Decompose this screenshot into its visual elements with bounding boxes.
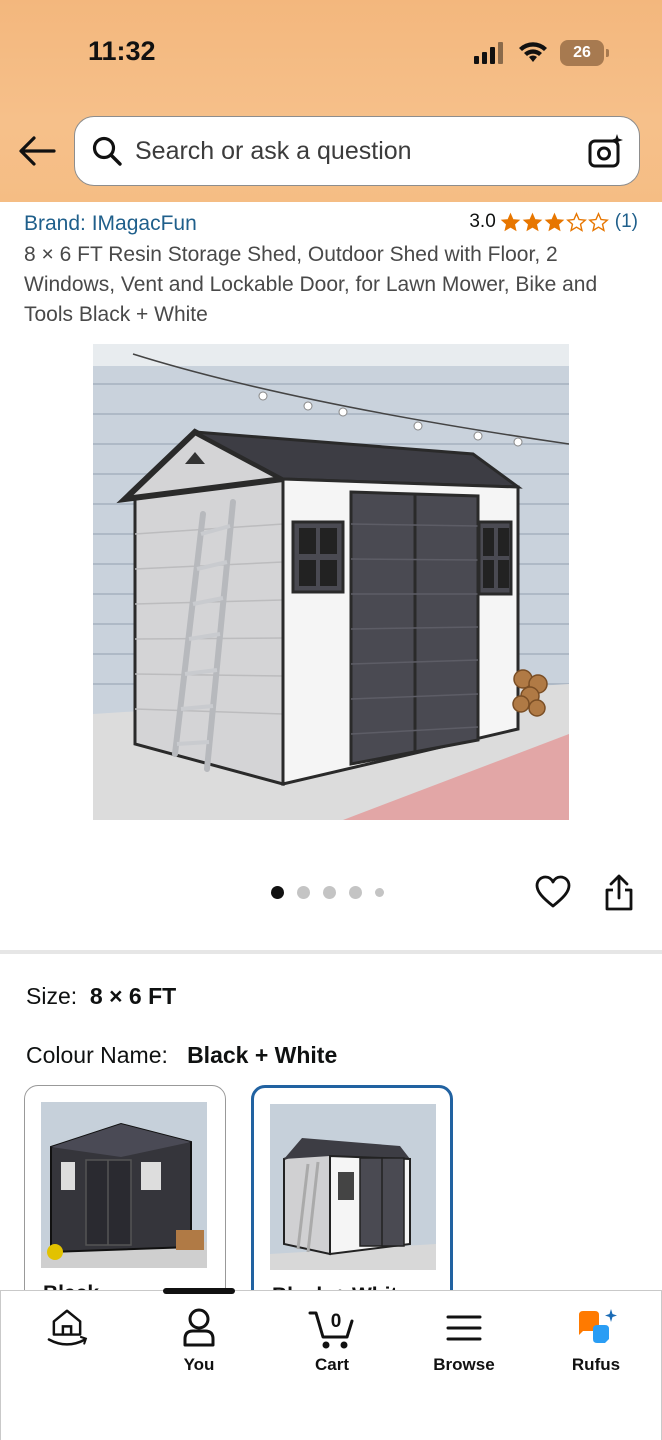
- search-input[interactable]: [135, 136, 587, 166]
- colour-label: Colour Name:: [26, 1042, 168, 1068]
- person-icon: [183, 1308, 215, 1347]
- rating[interactable]: 3.0 (1): [469, 211, 638, 233]
- menu-icon: [446, 1315, 482, 1341]
- colour-swatch-black-white[interactable]: Black + White: [251, 1085, 453, 1305]
- signal-icon: [474, 42, 503, 64]
- status-icons: 26: [474, 40, 609, 66]
- nav-label-browse: Browse: [433, 1355, 495, 1374]
- shed-photo: [93, 344, 569, 820]
- size-label: Size:: [26, 983, 78, 1009]
- home-icon: [47, 1309, 88, 1346]
- carousel-dot[interactable]: [271, 886, 284, 899]
- colour-value: Black + White: [187, 1042, 338, 1068]
- nav-home[interactable]: [12, 1305, 122, 1351]
- back-arrow-icon[interactable]: [18, 134, 56, 168]
- star-filled-icon: [500, 212, 521, 231]
- carousel-dot[interactable]: [323, 886, 336, 899]
- nav-label-cart: Cart: [314, 1355, 349, 1374]
- camera-lens-icon[interactable]: [587, 132, 625, 170]
- carousel-dot[interactable]: [375, 888, 384, 897]
- header: 11:32 26: [0, 0, 662, 202]
- search-icon: [92, 136, 122, 166]
- black-shed-thumbnail: [41, 1102, 207, 1268]
- nav-cart[interactable]: 0 Cart: [277, 1305, 387, 1375]
- star-filled-icon: [522, 212, 543, 231]
- size-value: 8 × 6 FT: [89, 983, 177, 1009]
- rufus-icon: [579, 1309, 617, 1343]
- star-empty-icon: [565, 211, 587, 232]
- rating-value: 3.0: [469, 211, 496, 232]
- brand-link[interactable]: Brand: IMagacFun: [24, 212, 197, 236]
- nav-rufus[interactable]: Rufus: [541, 1305, 651, 1375]
- colour-swatch-black[interactable]: Black: [24, 1085, 226, 1305]
- black-white-shed-thumbnail: [270, 1104, 436, 1270]
- heart-icon[interactable]: [535, 875, 571, 909]
- product-title: 8 × 6 FT Resin Storage Shed, Outdoor She…: [24, 243, 598, 326]
- cart-count: 0: [331, 1311, 342, 1332]
- size-selector: Size: 8 × 6 FT: [26, 983, 176, 1010]
- carousel-dot[interactable]: [297, 886, 310, 899]
- cart-icon: 0: [308, 1311, 354, 1349]
- nav-you[interactable]: You: [144, 1305, 254, 1375]
- section-divider: [0, 950, 662, 954]
- rating-count[interactable]: (1): [615, 211, 638, 233]
- battery-icon: 26: [560, 40, 609, 66]
- product-image[interactable]: [93, 344, 569, 820]
- colour-selector: Colour Name: Black + White: [26, 1042, 337, 1069]
- share-icon[interactable]: [603, 874, 635, 912]
- status-time: 11:32: [88, 36, 156, 66]
- nav-browse[interactable]: Browse: [409, 1305, 519, 1375]
- bottom-nav: You 0 Cart Browse Rufus: [0, 1288, 662, 1440]
- nav-label-rufus: Rufus: [571, 1355, 621, 1374]
- nav-active-indicator: [163, 1288, 235, 1294]
- search-bar[interactable]: [74, 116, 640, 186]
- carousel-dot[interactable]: [349, 886, 362, 899]
- image-carousel-dots[interactable]: [271, 886, 384, 899]
- battery-level: 26: [573, 44, 591, 61]
- star-filled-icon: [544, 212, 565, 231]
- wifi-icon: [519, 42, 547, 62]
- star-rating: [500, 211, 609, 233]
- star-empty-icon: [587, 211, 609, 232]
- nav-label-you: You: [183, 1355, 215, 1374]
